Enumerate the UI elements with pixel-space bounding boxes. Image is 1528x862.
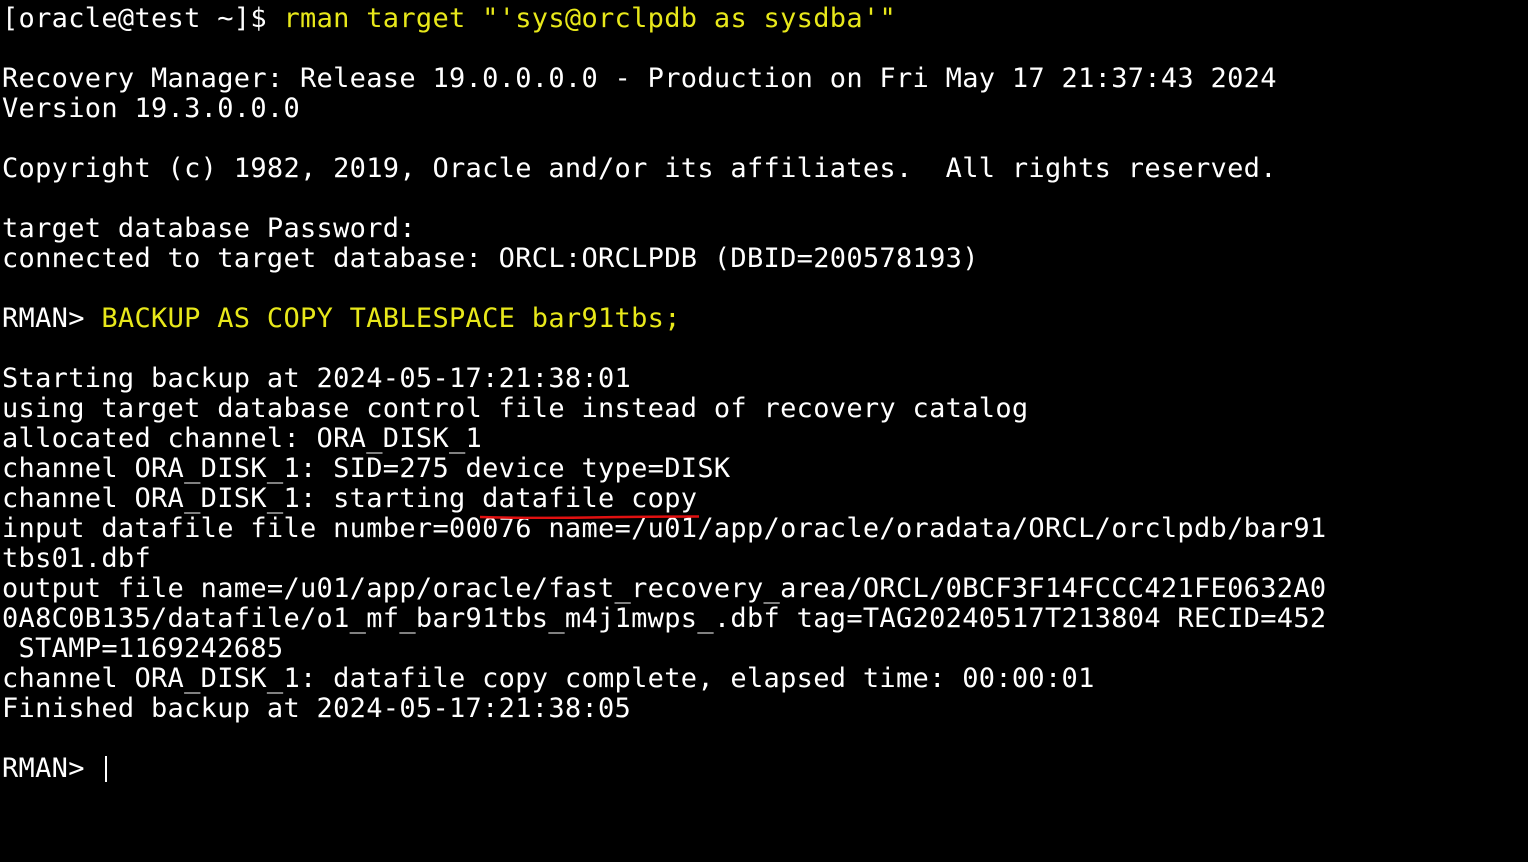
- text-cursor: [105, 756, 108, 782]
- output-line: using target database control file inste…: [2, 393, 1029, 424]
- output-line: Starting backup at 2024-05-17:21:38:01: [2, 363, 632, 394]
- banner-release-line: Recovery Manager: Release 19.0.0.0.0 - P…: [2, 63, 1277, 94]
- output-line: channel ORA_DISK_1: SID=275 device type=…: [2, 453, 731, 484]
- output-line: output file name=/u01/app/oracle/fast_re…: [2, 573, 1327, 604]
- rman-prompt: RMAN>: [2, 303, 102, 334]
- output-line: Finished backup at 2024-05-17:21:38:05: [2, 693, 632, 724]
- output-line: STAMP=1169242685: [2, 633, 284, 664]
- output-line-highlighted: channel ORA_DISK_1: starting datafile co…: [2, 483, 1528, 519]
- output-line: allocated channel: ORA_DISK_1: [2, 423, 483, 454]
- output-line: tbs01.dbf: [2, 543, 151, 574]
- rman-prompt: RMAN>: [2, 753, 102, 784]
- banner-version-line: Version 19.3.0.0.0: [2, 93, 300, 124]
- rman-command-line: RMAN> BACKUP AS COPY TABLESPACE bar91tbs…: [2, 304, 1528, 334]
- output-line: channel ORA_DISK_1: datafile copy comple…: [2, 663, 1095, 694]
- password-prompt-line: target database Password:: [2, 213, 416, 244]
- output-line-prefix: channel ORA_DISK_1: starting: [2, 483, 483, 514]
- rman-command: BACKUP AS COPY TABLESPACE bar91tbs;: [101, 303, 681, 334]
- shell-prompt-line: [oracle@test ~]$ rman target "'sys@orclp…: [2, 4, 1528, 34]
- shell-command: rman target "'sys@orclpdb as sysdba'": [283, 3, 897, 34]
- output-line: 0A8C0B135/datafile/o1_mf_bar91tbs_m4j1mw…: [2, 603, 1327, 634]
- shell-prompt: [oracle@test ~]$: [2, 3, 284, 34]
- copyright-line: Copyright (c) 1982, 2019, Oracle and/or …: [2, 153, 1277, 184]
- terminal-window[interactable]: [oracle@test ~]$ rman target "'sys@orclp…: [0, 0, 1528, 862]
- final-prompt-line[interactable]: RMAN>: [2, 754, 1528, 784]
- connected-line: connected to target database: ORCL:ORCLP…: [2, 243, 979, 274]
- output-line: input datafile file number=00076 name=/u…: [2, 513, 1327, 544]
- underlined-phrase: datafile copy: [480, 483, 700, 519]
- highlighted-phrase: datafile copy: [482, 483, 698, 514]
